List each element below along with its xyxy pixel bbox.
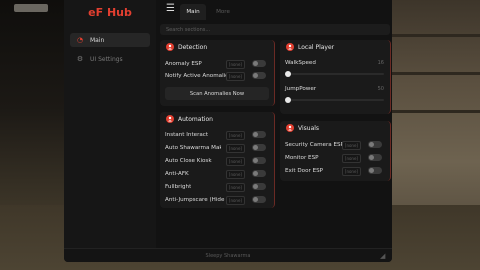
- toggle-label: Fullbright: [165, 184, 192, 190]
- toggle-label: Instant Interact: [165, 132, 209, 138]
- toggle-row-auto-close-kiosk[interactable]: Auto Close Kiosk [none]: [165, 155, 269, 167]
- section-header: Detection: [166, 43, 207, 51]
- toggle-row-exit-door-esp[interactable]: Exit Door ESP [none]: [285, 165, 385, 177]
- toggle-switch[interactable]: [252, 157, 266, 164]
- toggle-switch[interactable]: [368, 167, 382, 174]
- toggle-row-security-camera-esp[interactable]: Security Camera ESP [none]: [285, 139, 385, 151]
- search-input[interactable]: Search sections...: [160, 24, 390, 35]
- visuals-section: Visuals Security Camera ESP [none] Monit…: [280, 121, 391, 181]
- slider-value: 50: [377, 86, 384, 92]
- scan-anomalies-button[interactable]: Scan Anomalies Now: [165, 87, 269, 100]
- toggle-row-auto-shawarma[interactable]: Auto Shawarma Making [none]: [165, 142, 269, 154]
- slider-name: WalkSpeed: [285, 60, 316, 66]
- keybind-button[interactable]: [none]: [225, 144, 245, 153]
- toggle-switch[interactable]: [252, 170, 266, 177]
- toggle-switch[interactable]: [252, 196, 266, 203]
- user-icon: [166, 115, 174, 123]
- menu-icon[interactable]: ☰: [166, 4, 176, 14]
- toggle-row-fullbright[interactable]: Fullbright [none]: [165, 181, 269, 193]
- toggle-switch[interactable]: [252, 72, 266, 79]
- tab-more[interactable]: More: [210, 4, 236, 20]
- toggle-label: Auto Close Kiosk: [165, 158, 212, 164]
- sidebar-item-ui-settings[interactable]: ⚙ UI Settings: [70, 52, 150, 66]
- sidebar: eF Hub ◔ Main ⚙ UI Settings: [64, 0, 156, 248]
- keybind-button[interactable]: [none]: [225, 72, 245, 81]
- slider-handle[interactable]: [285, 71, 291, 77]
- local-player-section: Local Player WalkSpeed 16 JumpPower 50: [280, 40, 391, 114]
- toggle-switch[interactable]: [252, 144, 266, 151]
- toggle-row-anti-afk[interactable]: Anti-AFK [none]: [165, 168, 269, 180]
- section-title: Local Player: [298, 43, 335, 51]
- toggle-label: Notify Active Anomalies: [165, 73, 232, 79]
- slider-handle[interactable]: [285, 97, 291, 103]
- dashboard-icon: ◔: [76, 36, 84, 44]
- app-title: eF Hub: [88, 6, 132, 19]
- keybind-button[interactable]: [none]: [225, 170, 245, 179]
- keybind-button[interactable]: [none]: [341, 141, 361, 150]
- sidebar-item-main[interactable]: ◔ Main: [70, 33, 150, 47]
- resize-grip-icon[interactable]: ◢: [380, 252, 388, 260]
- ceiling-lamp: [14, 4, 48, 12]
- toggle-label: Anti-AFK: [165, 171, 189, 177]
- toggle-switch[interactable]: [368, 141, 382, 148]
- toggle-switch[interactable]: [368, 154, 382, 161]
- jumppower-slider-label: JumpPower 50: [285, 86, 384, 96]
- toggle-switch[interactable]: [252, 183, 266, 190]
- user-icon: [166, 43, 174, 51]
- toggle-label: Auto Shawarma Making: [165, 145, 221, 151]
- toggle-row-notify-active-anomalies[interactable]: Notify Active Anomalies [none]: [165, 70, 269, 82]
- toggle-row-anomaly-esp[interactable]: Anomaly ESP [none]: [165, 58, 269, 70]
- keybind-button[interactable]: [none]: [225, 183, 245, 192]
- keybind-button[interactable]: [none]: [225, 60, 245, 69]
- slider-name: JumpPower: [285, 86, 317, 92]
- walkspeed-slider-label: WalkSpeed 16: [285, 60, 384, 70]
- sidebar-item-label: UI Settings: [90, 55, 123, 63]
- section-header: Visuals: [286, 124, 319, 132]
- user-icon: [286, 43, 294, 51]
- walkspeed-slider[interactable]: [285, 71, 384, 77]
- section-title: Detection: [178, 43, 208, 51]
- automation-section: Automation Instant Interact [none] Auto …: [160, 112, 275, 208]
- section-title: Automation: [178, 115, 213, 123]
- keybind-button[interactable]: [none]: [225, 131, 245, 140]
- keybind-button[interactable]: [none]: [225, 196, 245, 205]
- wall-plank: [392, 34, 480, 37]
- keybind-button[interactable]: [none]: [341, 154, 361, 163]
- tab-main[interactable]: Main: [180, 4, 206, 20]
- toggle-switch[interactable]: [252, 60, 266, 67]
- toggle-label: Monitor ESP: [285, 155, 319, 161]
- main-content: ☰ Main More Search sections... Detection…: [156, 0, 392, 248]
- gear-icon: ⚙: [76, 55, 84, 63]
- toggle-row-instant-interact[interactable]: Instant Interact [none]: [165, 129, 269, 141]
- wall-plank: [392, 72, 480, 75]
- toggle-label: Exit Door ESP: [285, 168, 324, 174]
- jumppower-slider[interactable]: [285, 97, 384, 103]
- toggle-label: Anomaly ESP: [165, 61, 202, 67]
- toggle-switch[interactable]: [252, 131, 266, 138]
- footer-text: Sleepy Shawarma: [205, 253, 251, 259]
- sidebar-item-label: Main: [90, 36, 105, 44]
- keybind-button[interactable]: [none]: [225, 157, 245, 166]
- keybind-button[interactable]: [none]: [341, 167, 361, 176]
- section-header: Local Player: [286, 43, 334, 51]
- section-title: Visuals: [298, 124, 320, 132]
- toggle-label: Security Camera ESP: [285, 142, 344, 148]
- hub-window: eF Hub ◔ Main ⚙ UI Settings ☰ Main More …: [64, 0, 392, 262]
- user-icon: [286, 124, 294, 132]
- wall-plank: [392, 110, 480, 113]
- detection-section: Detection Anomaly ESP [none] Notify Acti…: [160, 40, 275, 106]
- window-footer: Sleepy Shawarma ◢: [64, 248, 392, 262]
- toggle-row-anti-jumpscare[interactable]: Anti-Jumpscare (Hide Blur) [none]: [165, 194, 269, 206]
- slider-value: 16: [377, 60, 384, 66]
- section-header: Automation: [166, 115, 213, 123]
- toggle-row-monitor-esp[interactable]: Monitor ESP [none]: [285, 152, 385, 164]
